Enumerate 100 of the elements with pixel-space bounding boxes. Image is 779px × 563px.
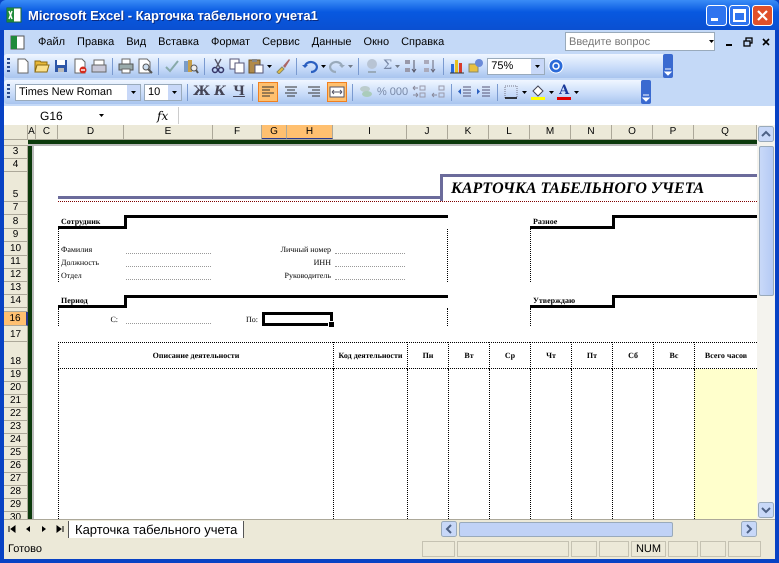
column-header[interactable]: A: [28, 125, 36, 139]
sheet-tab[interactable]: Карточка табельного учета: [68, 520, 244, 538]
save-icon[interactable]: [53, 58, 69, 74]
row-header[interactable]: 8: [4, 215, 28, 229]
column-header[interactable]: E: [124, 125, 213, 139]
scroll-down-icon[interactable]: [758, 502, 774, 518]
sort-ascending-icon[interactable]: [403, 58, 420, 74]
menu-item[interactable]: Вставка: [152, 36, 206, 48]
column-header[interactable]: K: [448, 125, 489, 139]
row-header[interactable]: 22: [4, 408, 28, 421]
insert-function-button[interactable]: fx: [124, 108, 178, 122]
sort-descending-icon[interactable]: [422, 58, 438, 74]
row-header[interactable]: 26: [4, 460, 28, 473]
column-header[interactable]: C: [36, 125, 58, 139]
menu-item[interactable]: Правка: [71, 36, 120, 48]
borders-icon[interactable]: [503, 84, 520, 100]
text-style-button[interactable]: Ч: [231, 84, 247, 100]
column-header[interactable]: N: [571, 125, 612, 139]
dropdown-arrow-icon[interactable]: [267, 64, 272, 68]
row-header[interactable]: 19: [4, 369, 28, 382]
column-header[interactable]: L: [489, 125, 530, 139]
cut-icon[interactable]: [210, 58, 226, 74]
column-header[interactable]: I: [333, 125, 407, 139]
printer-icon[interactable]: [118, 58, 134, 74]
selected-cell[interactable]: [262, 312, 333, 326]
toolbar-options-icon[interactable]: [641, 80, 651, 104]
row-header[interactable]: 10: [4, 242, 28, 256]
increase-decimal-icon[interactable]: [411, 84, 428, 100]
scroll-right-icon[interactable]: [741, 521, 757, 537]
zoom-dropdown[interactable]: 75%: [487, 58, 546, 74]
help-search-field[interactable]: Введите вопрос: [565, 32, 715, 51]
last-sheet-icon[interactable]: [55, 524, 65, 534]
maximize-icon[interactable]: [729, 4, 750, 26]
column-header[interactable]: D: [58, 125, 124, 139]
menu-item[interactable]: Файл: [32, 36, 72, 48]
row-header[interactable]: 11: [4, 256, 28, 269]
row-header[interactable]: 4: [4, 159, 28, 172]
restore-icon[interactable]: [743, 36, 753, 46]
vertical-scrollbar[interactable]: [757, 125, 775, 519]
dropdown-arrow-icon[interactable]: [522, 90, 528, 94]
font-dropdown[interactable]: Times New Roman: [15, 84, 141, 100]
open-folder-icon[interactable]: [34, 58, 50, 74]
print-preview-icon[interactable]: [137, 58, 153, 74]
dropdown-arrow-icon[interactable]: [535, 64, 540, 68]
dropdown-arrow-icon[interactable]: [99, 114, 104, 117]
spreadsheet-icon[interactable]: [10, 34, 26, 50]
row-header[interactable]: 23: [4, 421, 28, 434]
row-header[interactable]: 14: [4, 295, 28, 308]
row-header[interactable]: 17: [4, 326, 28, 342]
row-header[interactable]: 7: [4, 202, 28, 215]
row-header[interactable]: 16: [4, 312, 28, 326]
dropdown-arrow-icon[interactable]: [549, 90, 554, 94]
row-header[interactable]: 18: [4, 342, 28, 369]
column-header[interactable]: J: [407, 125, 448, 139]
fill-color-icon[interactable]: [530, 84, 546, 100]
column-header[interactable]: G: [262, 125, 287, 139]
font-color-button[interactable]: A: [557, 84, 572, 100]
menu-item[interactable]: Формат: [205, 36, 256, 48]
menu-item[interactable]: Данные: [306, 36, 358, 48]
row-header[interactable]: 21: [4, 395, 28, 408]
row-header[interactable]: 28: [4, 486, 28, 499]
help-icon[interactable]: [548, 58, 564, 74]
row-header[interactable]: 5: [4, 172, 28, 202]
row-header[interactable]: 12: [4, 269, 28, 282]
paste-icon[interactable]: [248, 58, 264, 74]
scroll-up-icon[interactable]: [758, 126, 774, 142]
column-header[interactable]: O: [612, 125, 653, 139]
undo-icon[interactable]: [302, 58, 318, 74]
copy-icon[interactable]: [229, 58, 245, 74]
row-header[interactable]: 13: [4, 282, 28, 295]
row-header[interactable]: 9: [4, 229, 28, 242]
column-header[interactable]: P: [653, 125, 694, 139]
row-header[interactable]: 3: [4, 146, 28, 159]
column-header[interactable]: M: [530, 125, 571, 139]
row-header[interactable]: 25: [4, 447, 28, 460]
dropdown-arrow-icon[interactable]: [321, 64, 326, 68]
research-icon[interactable]: [183, 58, 199, 74]
decrease-decimal-icon[interactable]: [430, 84, 446, 100]
text-style-button[interactable]: К: [212, 84, 228, 100]
dropdown-arrow-icon[interactable]: [131, 90, 136, 94]
email-icon[interactable]: [91, 58, 107, 74]
permission-icon[interactable]: [72, 58, 88, 74]
column-header[interactable]: H: [287, 125, 333, 139]
scroll-thumb[interactable]: [758, 146, 774, 296]
row-header[interactable]: 29: [4, 499, 28, 512]
format-painter-icon[interactable]: [275, 58, 291, 74]
toolbar-options-icon[interactable]: [663, 54, 673, 78]
row-header[interactable]: 24: [4, 434, 28, 447]
first-sheet-icon[interactable]: [7, 524, 17, 534]
menu-item[interactable]: Окно: [358, 36, 396, 48]
new-document-icon[interactable]: [15, 58, 31, 74]
chart-icon[interactable]: [449, 58, 466, 74]
dropdown-arrow-icon[interactable]: [709, 40, 714, 43]
row-header[interactable]: 20: [4, 382, 28, 395]
scroll-thumb[interactable]: [459, 522, 673, 536]
menu-item[interactable]: Справка: [395, 36, 450, 48]
font-size-dropdown[interactable]: 10: [144, 84, 182, 100]
dropdown-arrow-icon[interactable]: [172, 90, 177, 94]
dropdown-arrow-icon[interactable]: [574, 90, 580, 94]
menu-item[interactable]: Вид: [120, 36, 152, 48]
